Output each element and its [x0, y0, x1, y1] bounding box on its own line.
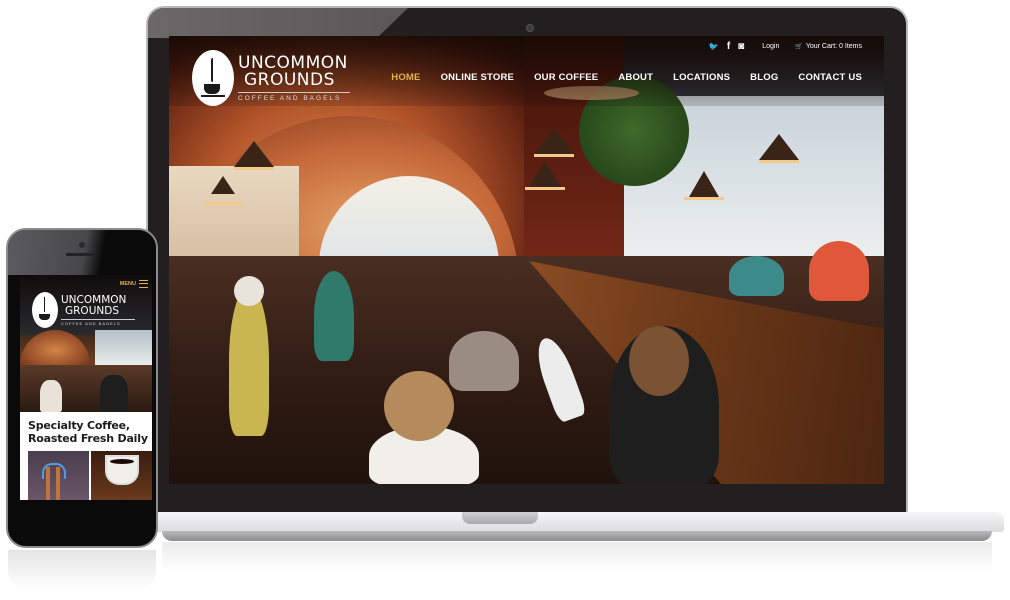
- logo-text-line2: GROUNDS: [244, 69, 335, 90]
- mobile-menu-button[interactable]: MENU: [120, 280, 148, 288]
- espresso-thumbnail[interactable]: [28, 451, 89, 500]
- laptop-opening-notch: [462, 512, 538, 524]
- logo-text-line1: UNCOMMON: [238, 52, 348, 73]
- cart-icon: 🛒: [795, 44, 803, 50]
- site-logo[interactable]: UNCOMMON GROUNDS COFFEE AND BAGELS: [192, 50, 350, 106]
- desktop-website-screen: UNCOMMON GROUNDS COFFEE AND BAGELS 🐦 f ◙…: [169, 36, 884, 484]
- nav-blog[interactable]: BLOG: [750, 72, 778, 83]
- nav-contact-us[interactable]: CONTACT US: [798, 72, 862, 83]
- lid-reflection: [148, 8, 408, 38]
- cart-label: Your Cart: 0 Items: [805, 43, 862, 50]
- headline-line1: Specialty Coffee,: [28, 419, 130, 432]
- cart-link[interactable]: 🛒 Your Cart: 0 Items: [795, 43, 862, 50]
- mobile-logo-line1: UNCOMMON: [61, 293, 127, 306]
- mobile-thumbnails: [28, 451, 152, 500]
- mobile-website-screen: MENU UNCOMMON GROUNDS COFFEE AND BAGELS …: [20, 275, 152, 500]
- phone-reflection-floor: [8, 550, 156, 590]
- hamburger-icon: [139, 280, 148, 288]
- phone-mockup: MENU UNCOMMON GROUNDS COFFEE AND BAGELS …: [6, 228, 158, 548]
- phone-camera: [79, 242, 85, 248]
- instagram-icon[interactable]: ◙: [738, 41, 744, 52]
- nav-online-store[interactable]: ONLINE STORE: [441, 72, 514, 83]
- coffee-cup-thumbnail[interactable]: [91, 451, 152, 500]
- laptop-camera: [526, 24, 534, 32]
- laptop-base-edge: [162, 531, 992, 541]
- nav-about[interactable]: ABOUT: [618, 72, 653, 83]
- mobile-logo-line2: GROUNDS: [65, 304, 119, 317]
- logo-divider: [238, 91, 350, 93]
- logo-tagline: COFFEE AND BAGELS: [238, 94, 342, 102]
- laptop-reflection: [162, 542, 992, 572]
- login-link[interactable]: Login: [762, 43, 779, 50]
- phone-speaker: [66, 253, 94, 256]
- utility-bar: 🐦 f ◙ Login 🛒 Your Cart: 0 Items: [709, 41, 862, 52]
- mobile-headline: Specialty Coffee, Roasted Fresh Daily: [28, 419, 148, 445]
- twitter-icon[interactable]: 🐦: [709, 42, 719, 51]
- coffee-cup-logo-icon: [32, 292, 58, 328]
- menu-label: MENU: [119, 281, 136, 287]
- nav-our-coffee[interactable]: OUR COFFEE: [534, 72, 598, 83]
- laptop-base: [146, 512, 1004, 532]
- mobile-site-logo[interactable]: UNCOMMON GROUNDS COFFEE AND BAGELS: [32, 292, 135, 328]
- mobile-logo-tagline: COFFEE AND BAGELS: [61, 320, 121, 326]
- nav-home[interactable]: HOME: [391, 72, 420, 83]
- headline-line2: Roasted Fresh Daily: [28, 432, 148, 445]
- coffee-cup-logo-icon: [192, 50, 234, 106]
- nav-locations[interactable]: LOCATIONS: [673, 72, 730, 83]
- main-nav: HOME ONLINE STORE OUR COFFEE ABOUT LOCAT…: [391, 72, 862, 83]
- facebook-icon[interactable]: f: [727, 41, 730, 52]
- mobile-logo-divider: [61, 318, 135, 320]
